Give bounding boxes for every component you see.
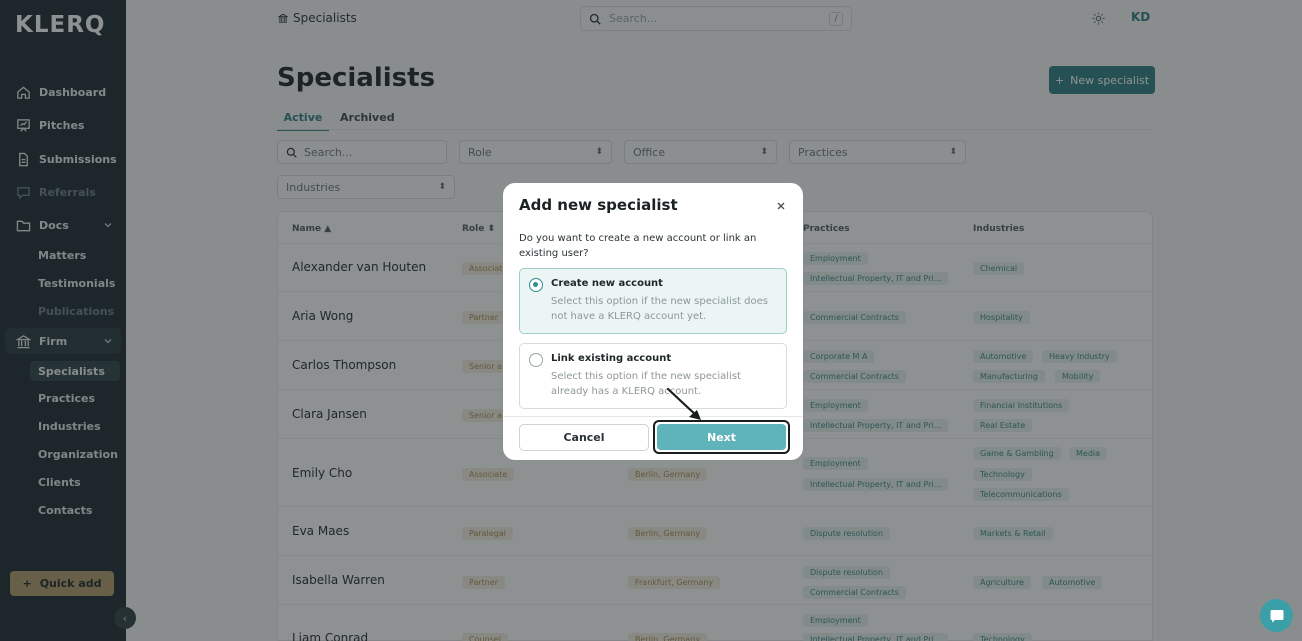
option-description: Select this option if the new specialist… (551, 296, 768, 322)
next-button[interactable]: Next (657, 424, 786, 450)
option-label: Link existing account (551, 353, 672, 364)
add-specialist-dialog: Add new specialist Do you want to create… (503, 183, 803, 460)
radio-button[interactable] (529, 353, 543, 367)
dialog-footer-divider (503, 416, 803, 417)
close-icon[interactable] (775, 200, 787, 212)
option-create-new-account[interactable]: Create new account Select this option if… (519, 268, 787, 334)
dialog-title: Add new specialist (519, 196, 678, 214)
dialog-question: Do you want to create a new account or l… (519, 233, 757, 259)
pointer-arrow-icon (666, 387, 701, 420)
cancel-button[interactable]: Cancel (519, 424, 649, 451)
support-chat-button[interactable] (1260, 599, 1293, 632)
option-link-existing-account[interactable]: Link existing account Select this option… (519, 343, 787, 409)
chat-icon (1270, 609, 1283, 622)
option-label: Create new account (551, 278, 663, 289)
radio-button-selected[interactable] (529, 278, 543, 292)
